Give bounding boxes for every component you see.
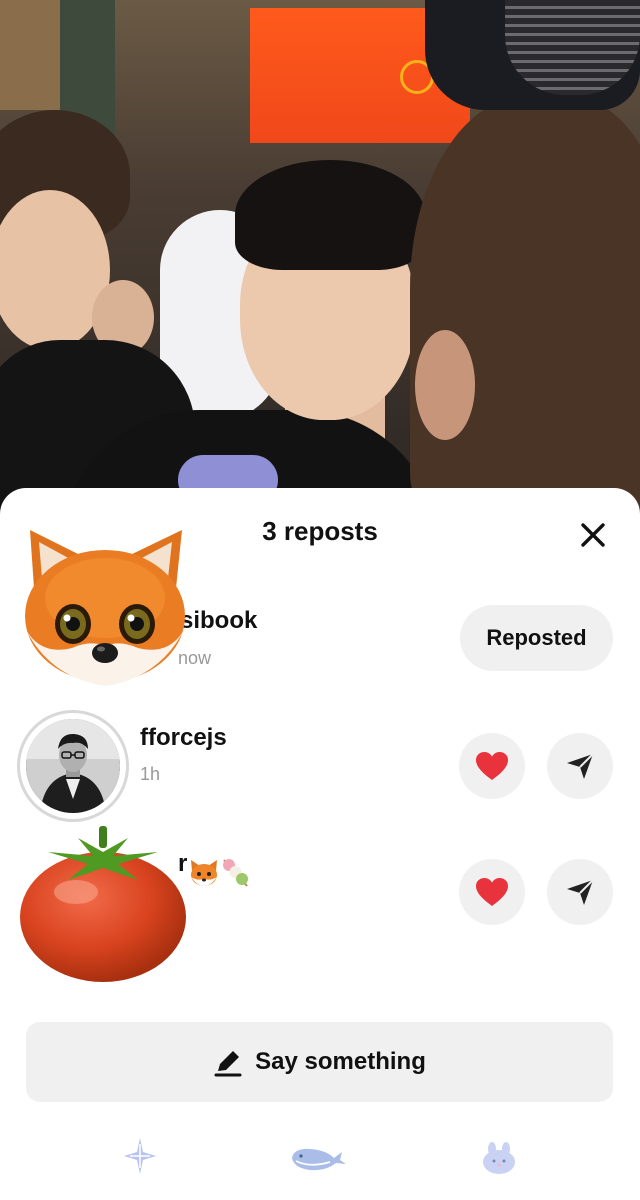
fox-memoji-icon [25,530,185,686]
like-button[interactable] [459,733,525,799]
like-button[interactable] [459,859,525,925]
say-something-button[interactable]: Say something [26,1022,613,1102]
pen-icon [214,1051,242,1077]
heart-icon [476,878,508,906]
reposted-button[interactable]: Reposted [460,605,613,671]
whale-icon[interactable] [290,1144,346,1172]
repost-time: 1h [140,764,161,784]
bunny-icon[interactable] [482,1142,516,1174]
right-person-head [410,95,640,515]
send-button[interactable] [547,733,613,799]
right-person-ear [415,330,475,440]
avatar[interactable] [20,528,190,688]
repost-username[interactable]: fforcejs [140,724,227,752]
profile-photo [26,719,120,813]
avatar[interactable] [18,822,188,984]
heart-icon [476,752,508,780]
send-button[interactable] [547,859,613,925]
repost-username[interactable]: sibook [180,607,257,635]
send-icon [567,753,594,779]
center-person-hair [235,160,425,270]
fox-emoji-icon [191,860,217,886]
avatar[interactable] [26,719,120,813]
sparkle-icon[interactable] [124,1138,156,1174]
repost-row[interactable]: sibook now Reposted [0,528,640,708]
background-wall [0,0,60,110]
repost-username[interactable]: r [178,850,187,878]
tomato-emoji-icon [20,826,186,982]
send-icon [567,879,594,905]
reposts-sheet: 3 reposts sibook now Reposted fforcejs 1… [0,488,640,1200]
dango-emoji-icon [223,859,248,887]
background-video-frame[interactable] [0,0,640,520]
repost-row[interactable]: r [0,826,640,988]
repost-row[interactable]: fforcejs 1h [0,708,640,828]
say-something-label: Say something [255,1048,426,1075]
